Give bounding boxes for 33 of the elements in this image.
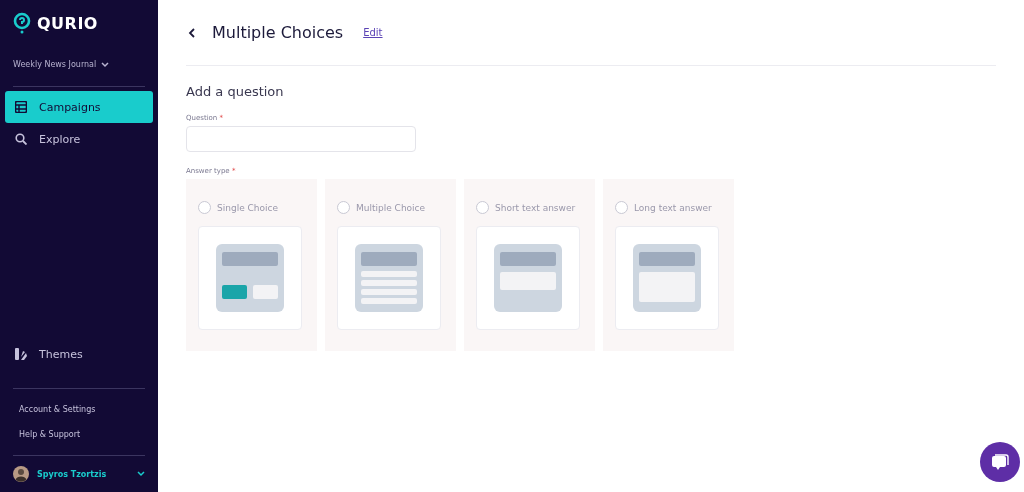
radio-button[interactable] [337, 201, 350, 214]
radio-button[interactable] [198, 201, 211, 214]
nav-item[interactable]: Explore [5, 123, 153, 155]
nav-item[interactable]: Themes [5, 338, 153, 370]
multiple-preview-drawing [355, 244, 423, 312]
radio-button[interactable] [476, 201, 489, 214]
single-preview-drawing [216, 244, 284, 312]
workspace-dropdown[interactable]: Weekly News Journal [5, 60, 153, 69]
option-label: Short text answer [495, 202, 576, 213]
section-title: Add a question [186, 84, 285, 99]
page-title: Multiple Choices [212, 23, 344, 42]
option-label: Single Choice [217, 202, 278, 213]
chat-button[interactable] [980, 442, 1020, 482]
question-input[interactable] [186, 126, 416, 152]
nav-item[interactable]: Campaigns [5, 91, 153, 123]
chevron-down-icon [101, 61, 110, 68]
sidebar-link[interactable]: Help & Support [5, 422, 153, 447]
radio-button[interactable] [615, 201, 628, 214]
search-icon [15, 133, 27, 145]
themes-icon [15, 348, 27, 360]
chevron-down-icon [137, 471, 145, 477]
long-preview-drawing [633, 244, 701, 312]
short-preview-drawing [494, 244, 562, 312]
avatar-icon [13, 466, 29, 482]
sidebar-link[interactable]: Account & Settings [5, 397, 153, 422]
brand-name: QURIO [37, 13, 98, 33]
logo-icon [13, 12, 31, 34]
edit-link[interactable]: Edit [363, 27, 383, 38]
user-menu[interactable]: Spyros Tzortzis [5, 462, 153, 492]
chat-icon [990, 452, 1010, 472]
option-label: Multiple Choice [356, 202, 426, 213]
option-label: Long text answer [634, 202, 712, 213]
table-icon [15, 101, 27, 113]
